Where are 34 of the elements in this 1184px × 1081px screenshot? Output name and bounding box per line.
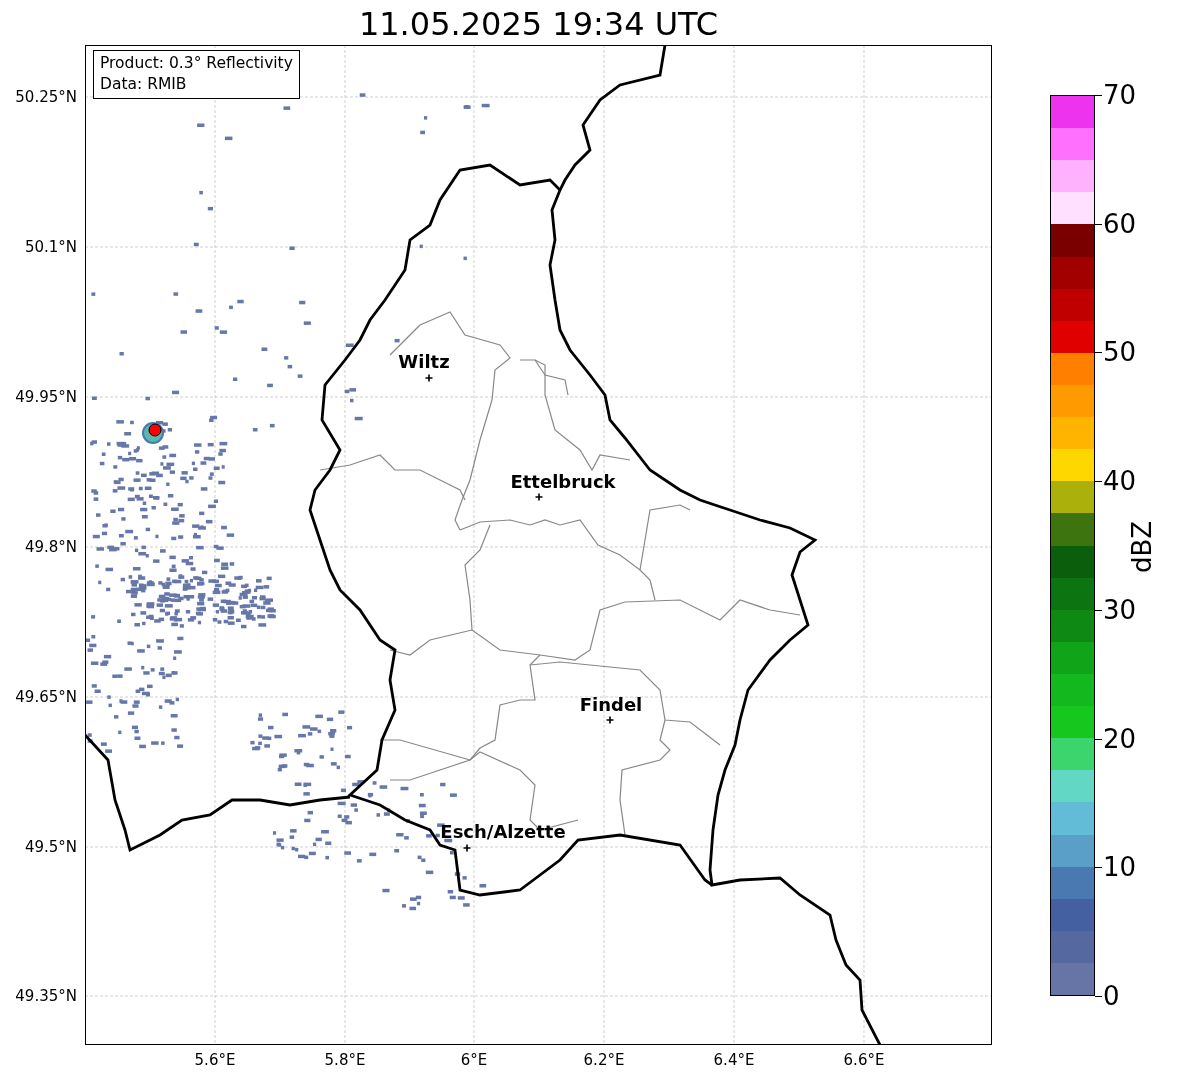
colorbar-tick-label: 30 (1103, 594, 1137, 625)
axis-tick-label: 5.6°E (194, 1051, 236, 1069)
colorbar-tick-label: 60 (1103, 208, 1137, 239)
colorbar-label: dBZ (1127, 520, 1157, 574)
city-marker-icon (534, 492, 544, 502)
colorbar-tick-label: 10 (1103, 852, 1137, 883)
radar-site-icon (142, 422, 164, 444)
city-marker-icon (605, 715, 615, 725)
chart-title: 11.05.2025 19:34 UTC (357, 4, 720, 45)
colorbar-tick-label: 0 (1103, 981, 1120, 1011)
colorbar-tick-label: 40 (1103, 466, 1137, 497)
info-text: Data: RMIB (100, 74, 188, 95)
axis-tick-label: 49.65°N (15, 688, 77, 706)
axis-tick-label: 50.1°N (24, 238, 77, 256)
axis-tick-label: 49.35°N (15, 987, 77, 1005)
city-label: Findel (579, 694, 643, 715)
colorbar-tick-label: 50 (1103, 337, 1137, 368)
axis-tick-label: 6°E (460, 1051, 488, 1069)
axis-tick-label: 5.8°E (324, 1051, 366, 1069)
city-label: Ettelbruck (510, 471, 616, 492)
colorbar-tick-label: 20 (1103, 723, 1137, 754)
info-text: Product: 0.3° Reflectivity (100, 53, 293, 74)
axis-tick-label: 6.6°E (843, 1051, 885, 1069)
axis-tick-label: 6.4°E (713, 1051, 755, 1069)
city-marker-icon (462, 843, 472, 853)
city-label: Esch/Alzette (440, 821, 566, 842)
city-label: Wiltz (398, 351, 450, 372)
city-marker-icon (424, 373, 434, 383)
axis-tick-label: 50.25°N (15, 88, 77, 106)
axis-tick-label: 49.5°N (24, 838, 77, 856)
axis-tick-label: 6.2°E (583, 1051, 625, 1069)
axis-tick-label: 49.95°N (15, 388, 77, 406)
axis-tick-label: 49.8°N (24, 538, 77, 556)
colorbar-tick-label: 70 (1103, 80, 1137, 110)
